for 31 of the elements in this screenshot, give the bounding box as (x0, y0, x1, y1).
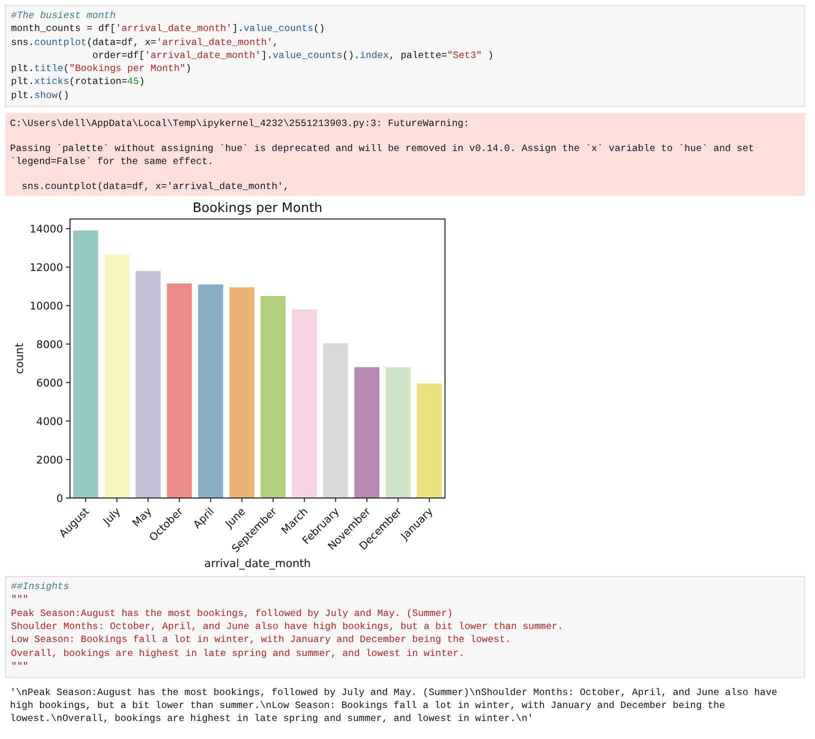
y-tick-label: 14000 (30, 224, 63, 236)
code-line: Peak Season:August has the most bookings, followed by July and May. (Summer) (11, 606, 454, 620)
warning-text: sns.countplot(data=df, x='arrival_date_month', (20, 180, 290, 194)
y-tick-label: 8000 (36, 339, 63, 352)
code-line: month_counts = df['arrival_date_month'].value_counts() (11, 22, 326, 36)
code-line: plt.xticks(rotation=45) (11, 75, 146, 89)
warning-text: Passing `palette` without assigning `hue` is deprecated and will be removed in v0.14.0. Assign the `x` variable to `hue` and set `legend=False` for the same effect. (10, 142, 756, 168)
code-line: """ (11, 660, 30, 674)
code-line: Low Season: Bookings fall a lot in winter, with January and December being the lowest. (11, 633, 512, 647)
y-tick-label: 10000 (30, 300, 63, 313)
code-line: plt.show() (11, 88, 70, 102)
warning-text: C:\Users\dell\AppData\Local\Temp\ipykernel_4232\2551213903.py:3: FutureWarning: (10, 117, 470, 130)
code-line: sns.countplot(data=df, x='arrival_date_month', (11, 36, 280, 49)
code-line: """ (11, 593, 30, 607)
y-tick-label: 2000 (36, 454, 63, 467)
code-line: ##Insights (11, 580, 70, 594)
code-line: order=df['arrival_date_month'].value_counts().index, palette="Set3" ) (91, 48, 495, 62)
code-cell[interactable] (5, 5, 805, 108)
code-line: #The busiest month (11, 9, 117, 22)
code-line: Shoulder Months: October, April, and June also have high bookings, but a bit lower than summer. (11, 620, 564, 634)
x-axis-label: arrival_date_month (204, 557, 311, 570)
code-line: Overall, bookings are highest in late spring and summer, and lowest in winter. (11, 646, 466, 660)
y-tick-label: 0 (56, 493, 63, 506)
code-line: plt.title("Bookings per Month") (11, 62, 192, 76)
chart-title: Bookings per Month (192, 201, 322, 216)
output-text: '\nPeak Season:August has the most bookings, followed by July and May. (Summer)\nShoulder Months: October, April, and June also have high bookings, but a bit lower than summer.\nLow Season: Bookings fall a lot in winter, with January and December being the lowest.\nOverall, bookings are highest in late spring and summer, and lowest in winter.\n' (9, 686, 778, 726)
y-tick-label: 12000 (30, 262, 63, 274)
y-axis-label: count (13, 343, 26, 374)
y-tick-label: 6000 (36, 378, 63, 390)
code-cell[interactable] (5, 576, 805, 678)
y-tick-label: 4000 (36, 416, 63, 428)
